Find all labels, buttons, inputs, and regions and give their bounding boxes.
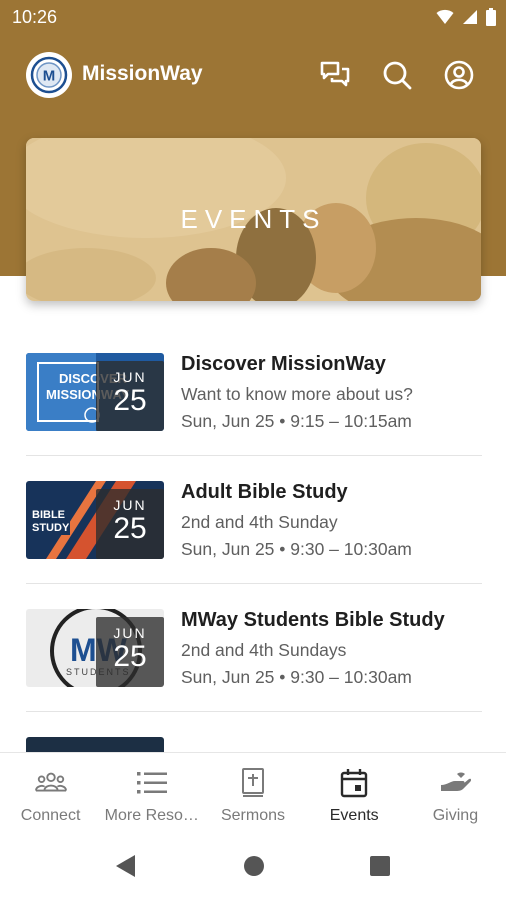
- nav-label: Events: [329, 807, 379, 824]
- event-month: JUN: [113, 497, 147, 513]
- app-bar: M MissionWay: [0, 46, 506, 104]
- system-navigation-bar: [0, 832, 506, 900]
- chat-icon: [320, 61, 350, 87]
- event-month: JUN: [113, 625, 147, 641]
- event-date-badge: JUN 25: [96, 489, 164, 559]
- event-datetime: Sun, Jun 25 • 9:30 – 10:30am: [181, 539, 412, 559]
- status-bar: 10:26: [0, 0, 506, 36]
- event-subtitle: 2nd and 4th Sundays: [181, 640, 347, 660]
- status-time: 10:26: [12, 7, 58, 27]
- back-triangle-icon: [116, 855, 135, 877]
- nav-giving[interactable]: Giving: [405, 753, 506, 832]
- svg-text:BIBLE: BIBLE: [32, 509, 65, 521]
- nav-label: Giving: [432, 807, 479, 824]
- event-item-discover-missionway[interactable]: DISCOVER MISSIONWAY JUN 25 Discover Miss…: [0, 328, 506, 456]
- event-title: Discover MissionWay: [181, 353, 386, 375]
- nav-sermons[interactable]: Sermons: [202, 753, 303, 832]
- wifi-icon: [436, 9, 454, 24]
- status-icons: [436, 8, 496, 26]
- back-button[interactable]: [114, 854, 138, 878]
- app-logo[interactable]: M: [26, 52, 72, 98]
- search-button[interactable]: [380, 58, 414, 92]
- home-button[interactable]: [242, 854, 266, 878]
- event-day: 25: [113, 384, 147, 417]
- nav-events[interactable]: Events: [304, 753, 405, 832]
- event-title: MWay Students Bible Study: [181, 609, 445, 631]
- giving-hand-icon: [441, 772, 472, 791]
- event-subtitle: Want to know more about us?: [181, 384, 413, 404]
- calendar-icon: [341, 769, 368, 798]
- event-datetime: Sun, Jun 25 • 9:30 – 10:30am: [181, 667, 412, 687]
- svg-text:STUDY: STUDY: [32, 522, 70, 534]
- signal-icon: [463, 10, 477, 24]
- hero-title: EVENTS: [180, 204, 327, 234]
- event-date-badge: JUN 25: [96, 361, 164, 431]
- event-datetime: Sun, Jun 25 • 9:15 – 10:15am: [181, 411, 412, 431]
- messages-button[interactable]: [318, 58, 352, 92]
- event-item-adult-bible-study[interactable]: BIBLE STUDY JUN 25 Adult Bible Study 2nd…: [0, 456, 506, 584]
- event-month: JUN: [113, 369, 147, 385]
- nav-connect[interactable]: Connect: [0, 753, 101, 832]
- people-icon: [34, 772, 67, 792]
- bottom-navigation: Connect More Reso… Sermons Events Giving: [0, 752, 506, 832]
- recents-square-icon: [370, 856, 390, 876]
- event-day: 25: [113, 640, 147, 673]
- event-thumbnail: BIBLE STUDY JUN 25: [26, 481, 164, 559]
- event-day: 25: [113, 512, 147, 545]
- account-icon: [444, 60, 474, 90]
- list-icon: [136, 772, 167, 794]
- events-hero-banner: EVENTS: [26, 138, 481, 301]
- event-thumbnail: DISCOVER MISSIONWAY JUN 25: [26, 353, 164, 431]
- event-item-mway-students-bible-study[interactable]: MW STUDENTS JUN 25 MWay Students Bible S…: [0, 584, 506, 712]
- recents-button[interactable]: [368, 854, 392, 878]
- event-list: DISCOVER MISSIONWAY JUN 25 Discover Miss…: [0, 328, 506, 712]
- search-icon: [383, 61, 412, 90]
- app-title: MissionWay: [82, 62, 203, 85]
- battery-icon: [486, 8, 496, 26]
- event-thumbnail: MW STUDENTS JUN 25: [26, 609, 164, 687]
- svg-text:M: M: [43, 68, 56, 85]
- home-circle-icon: [244, 856, 264, 876]
- nav-label: Connect: [20, 807, 81, 824]
- nav-more-resources[interactable]: More Reso…: [101, 753, 202, 832]
- event-date-badge: JUN 25: [96, 617, 164, 687]
- event-subtitle: 2nd and 4th Sunday: [181, 512, 338, 532]
- event-title: Adult Bible Study: [181, 481, 348, 503]
- missionway-logo-icon: M: [30, 56, 68, 94]
- divider: [26, 711, 482, 712]
- profile-button[interactable]: [442, 58, 476, 92]
- bible-icon: [242, 768, 264, 797]
- nav-label: More Reso…: [104, 807, 199, 824]
- nav-label: Sermons: [220, 807, 286, 824]
